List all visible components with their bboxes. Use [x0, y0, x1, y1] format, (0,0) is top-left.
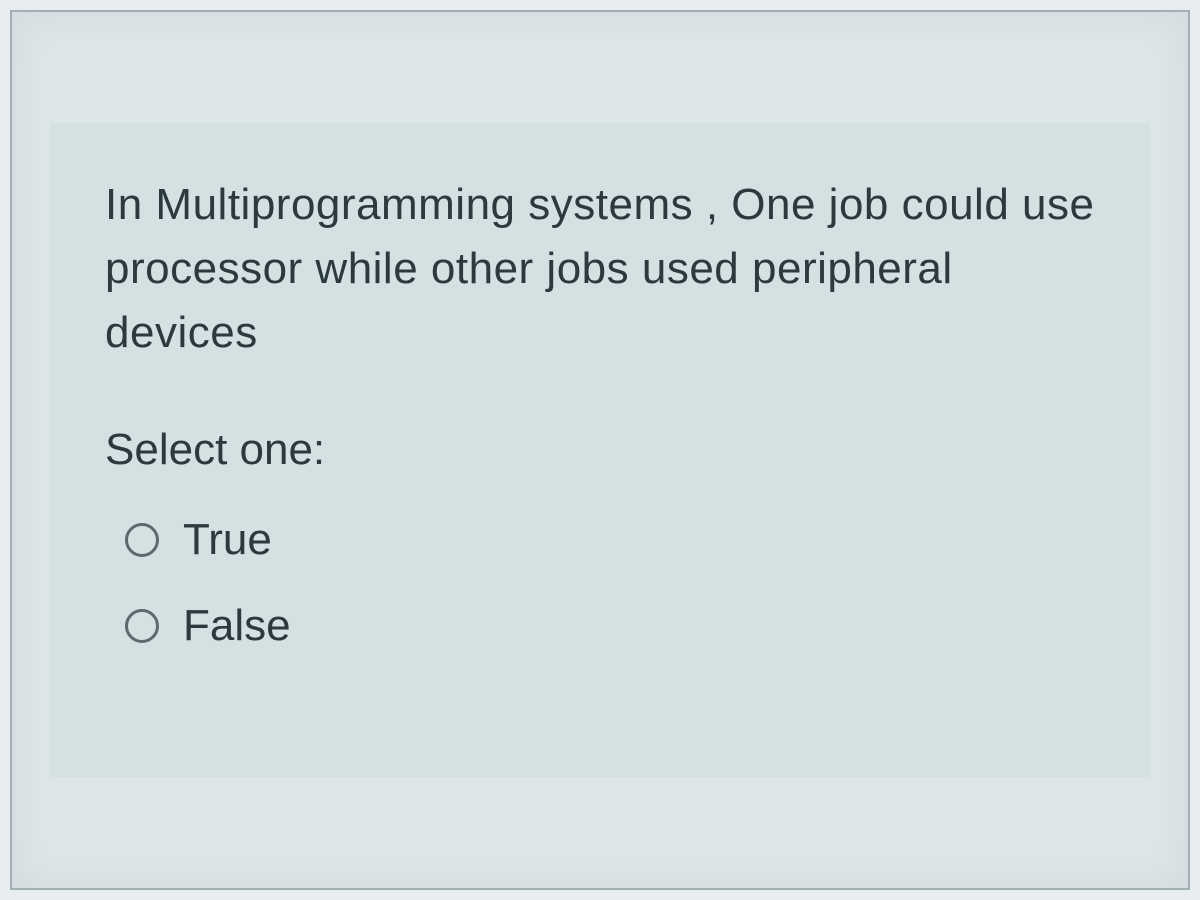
select-prompt: Select one:	[105, 425, 1095, 475]
option-true[interactable]: True	[105, 515, 1095, 565]
option-false[interactable]: False	[105, 601, 1095, 651]
radio-icon[interactable]	[125, 609, 159, 643]
question-card: In Multiprogramming systems , One job co…	[50, 123, 1150, 776]
option-label-true[interactable]: True	[183, 515, 272, 565]
quiz-frame: In Multiprogramming systems , One job co…	[10, 10, 1190, 890]
radio-icon[interactable]	[125, 523, 159, 557]
question-text: In Multiprogramming systems , One job co…	[105, 173, 1095, 364]
option-label-false[interactable]: False	[183, 601, 291, 651]
